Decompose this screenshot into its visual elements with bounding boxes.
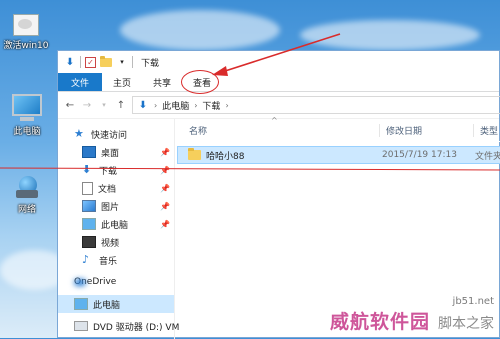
desktop-icon-this-pc[interactable]: 此电脑 [4,94,50,137]
tab-file[interactable]: 文件 [58,73,103,91]
nav-item-documents[interactable]: 文档 📌 [58,179,174,197]
watermark-site: jb51.net [452,296,494,307]
back-arrow-icon[interactable]: ← [64,100,76,111]
divider [132,56,133,68]
nav-item-label: 此电脑 [101,220,129,231]
divider [80,56,81,68]
star-icon: ★ [74,127,84,140]
chevron-right-icon[interactable]: › [154,101,157,110]
computer-icon [82,218,96,230]
tab-view[interactable]: 查看 [181,70,222,94]
title-bar: ⬇ ✓ ▾ 下载 [58,51,499,73]
nav-item-label: DVD 驱动器 (D:) VM [93,322,180,333]
download-icon: ⬇ [82,163,92,176]
properties-icon[interactable]: ⬇ [64,56,76,68]
network-icon [14,176,40,200]
nav-item-onedrive[interactable]: OneDrive [58,273,174,291]
desktop-icon-network[interactable]: 网络 [4,176,50,215]
watermark-brand: 威航软件园 [329,311,430,333]
video-icon [82,236,96,248]
breadcrumb-this-pc[interactable]: 此电脑 [162,99,189,112]
nav-item-desktop[interactable]: 桌面 📌 [58,143,174,161]
tab-share[interactable]: 共享 [142,73,182,91]
nav-item-label: 下载 [99,166,118,177]
column-headers: ^ 名称 修改日期 类型 [175,116,500,142]
nav-item-downloads[interactable]: ⬇ 下载 📌 [58,161,174,179]
breadcrumb-downloads[interactable]: 下载 [202,99,220,112]
watermark-row: 威航软件园 脚本之家 [330,307,494,334]
column-header-name-label: 名称 [189,126,208,137]
nav-item-label: 音乐 [99,256,118,267]
nav-item-label: 图片 [101,202,120,213]
pin-icon: 📌 [160,219,170,229]
cloud-decoration [120,10,280,50]
drive-icon [74,321,88,331]
nav-item-label: 文档 [98,184,117,195]
nav-item-this-pc-quick[interactable]: 此电脑 📌 [58,215,174,233]
nav-item-videos[interactable]: 视频 [58,233,174,251]
desktop-icon-activate[interactable]: 激活win10 [3,14,49,51]
nav-item-label: 视频 [101,238,120,249]
navigation-pane: ★ 快速访问 桌面 📌 ⬇ 下载 📌 文档 📌 图片 📌 此电脑 📌 视频 ♪ … [58,119,179,339]
nav-item-music[interactable]: ♪ 音乐 [58,251,174,269]
desktop-icon-label: 激活win10 [3,41,49,51]
column-header-type[interactable]: 类型 [473,123,500,137]
nav-item-dvd-drive[interactable]: DVD 驱动器 (D:) VM [58,317,179,335]
address-bar[interactable]: ⬇ › 此电脑 › 下载 › [132,96,500,114]
column-header-name[interactable]: ^ 名称 [175,116,379,137]
file-type: 文件夹 [475,151,500,162]
desktop-icon-label: 此电脑 [13,127,41,137]
sort-caret-icon: ^ [271,115,278,125]
nav-item-pictures[interactable]: 图片 📌 [58,197,174,215]
onedrive-icon [74,278,86,286]
cloud-decoration [300,20,480,50]
picture-icon [82,200,96,212]
file-date: 2015/7/19 17:13 [382,150,457,160]
computer-icon [74,298,88,310]
file-row[interactable]: 哈哈小88 2015/7/19 17:13 文件夹 [177,146,500,164]
quick-access-dropdown-icon[interactable]: ▾ [116,56,128,68]
pin-icon: 📌 [160,147,170,157]
nav-item-label: 桌面 [101,148,120,159]
file-explorer-window: ⬇ ✓ ▾ 下载 文件 主页 共享 查看 ← → ▾ ↑ ⬇ › 此电脑 › 下… [57,50,500,339]
file-name: 哈哈小88 [206,151,245,162]
tab-home[interactable]: 主页 [102,73,142,91]
nav-item-label: 快速访问 [91,130,128,141]
annotation-circle [181,70,220,94]
ribbon-tabs: 文件 主页 共享 查看 [58,70,499,94]
forward-arrow-icon[interactable]: → [81,100,93,111]
window-title: 下载 [141,58,160,69]
chevron-right-icon[interactable]: › [194,101,197,110]
folder-icon [188,148,201,160]
computer-icon [12,94,42,121]
download-location-icon: ⬇ [138,99,148,111]
nav-item-this-pc[interactable]: 此电脑 [58,295,174,313]
file-name-cell: 哈哈小88 [178,148,376,162]
settings-file-icon [13,14,39,36]
pin-icon: 📌 [160,201,170,211]
desktop-icon-label: 网络 [17,205,36,215]
desktop-icon [82,146,96,158]
up-arrow-icon[interactable]: ↑ [115,100,127,111]
column-header-date[interactable]: 修改日期 [379,123,473,137]
new-folder-icon[interactable] [100,55,112,67]
nav-item-quick-access[interactable]: ★ 快速访问 [58,125,174,143]
watermark: jb51.net 威航软件园 脚本之家 [330,296,494,334]
music-icon: ♪ [82,253,90,266]
navigation-bar: ← → ▾ ↑ ⬇ › 此电脑 › 下载 › [58,92,500,119]
pin-icon: 📌 [160,183,170,193]
recent-dropdown-icon[interactable]: ▾ [98,101,110,109]
nav-item-label: 此电脑 [93,300,121,311]
document-icon [82,181,93,195]
pin-icon: 📌 [160,165,170,175]
watermark-tagline: 脚本之家 [438,316,494,332]
chevron-right-icon[interactable]: › [225,101,228,110]
checkmark-icon[interactable]: ✓ [85,56,96,68]
